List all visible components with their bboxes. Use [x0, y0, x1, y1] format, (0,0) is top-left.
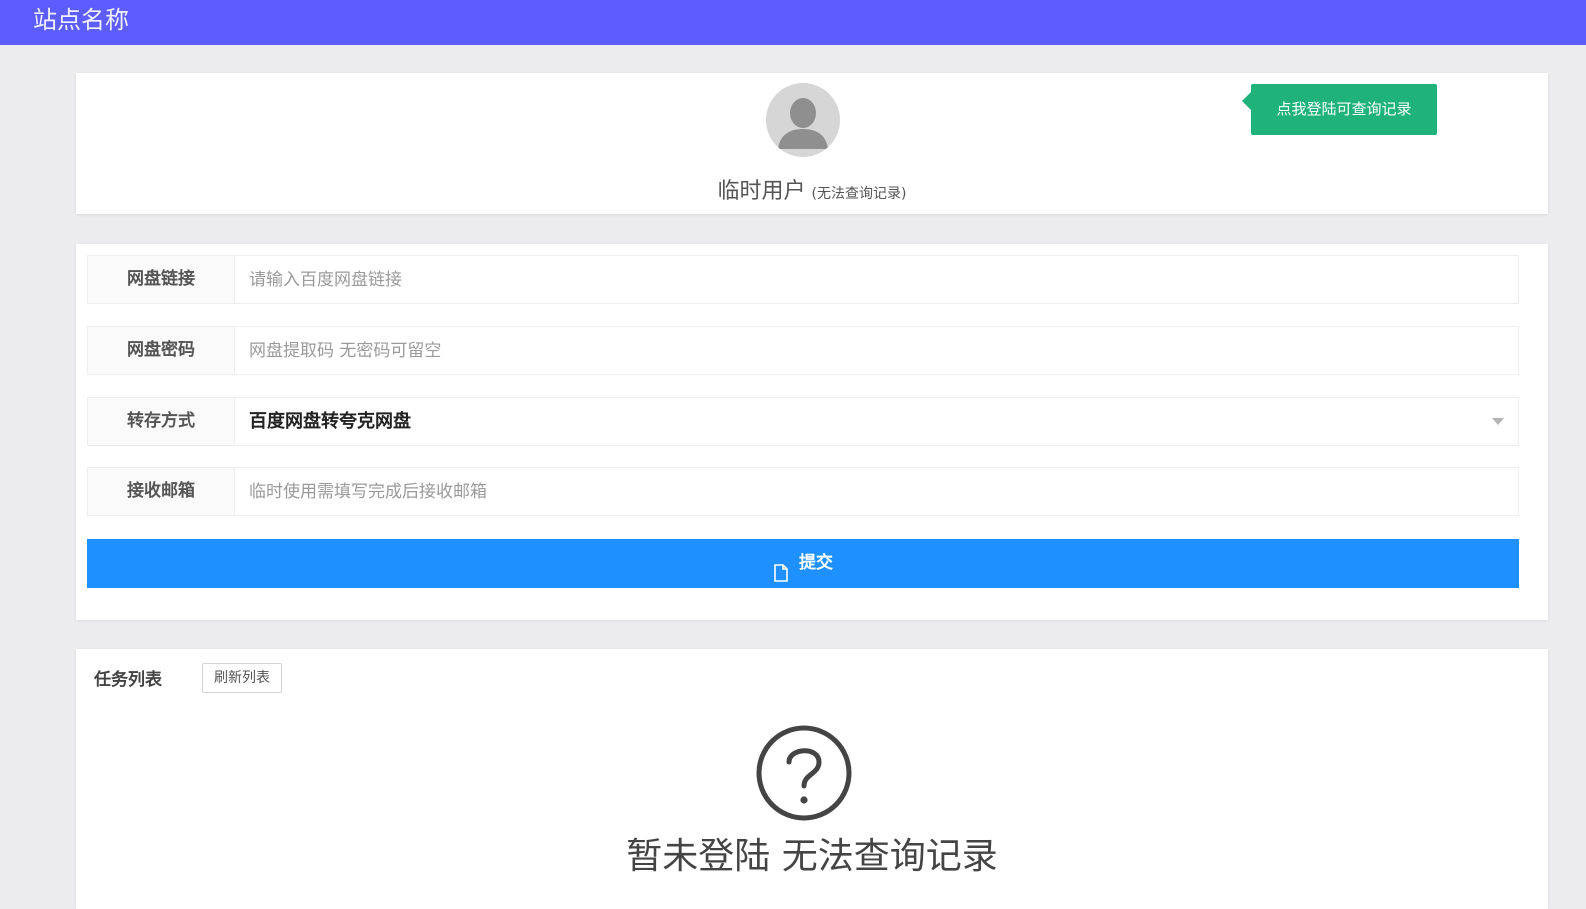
chevron-down-icon — [1492, 418, 1504, 425]
login-button[interactable]: 点我登陆可查询记录 — [1242, 84, 1437, 135]
user-avatar-icon — [766, 83, 840, 157]
question-circle-icon — [755, 724, 853, 822]
share-password-label: 网盘密码 — [88, 327, 235, 374]
transfer-mode-row: 转存方式 百度网盘转夸克网盘 — [87, 397, 1519, 446]
share-link-label: 网盘链接 — [88, 256, 235, 303]
receive-email-row: 接收邮箱 — [87, 467, 1519, 516]
receive-email-label: 接收邮箱 — [88, 468, 235, 515]
username-note: (无法查询记录) — [811, 186, 907, 202]
task-list-card: 任务列表 刷新列表 暂未登陆 无法查询记录 — [76, 649, 1548, 909]
receive-email-input[interactable] — [235, 468, 1518, 515]
transfer-form: 网盘链接 网盘密码 转存方式 百度网盘转夸克网盘 接收邮箱 提交 — [76, 244, 1548, 620]
top-bar: 站点名称 — [0, 0, 1586, 45]
transfer-mode-value: 百度网盘转夸克网盘 — [249, 411, 411, 432]
site-name: 站点名称 — [33, 6, 129, 34]
share-link-input[interactable] — [235, 256, 1518, 303]
share-password-input[interactable] — [235, 327, 1518, 374]
empty-message: 暂未登陆 无法查询记录 — [626, 836, 998, 877]
refresh-list-button[interactable]: 刷新列表 — [202, 663, 282, 693]
transfer-mode-select[interactable]: 百度网盘转夸克网盘 — [235, 398, 1518, 445]
task-list-title: 任务列表 — [94, 670, 162, 690]
user-card: 临时用户 (无法查询记录) 点我登陆可查询记录 — [76, 73, 1548, 214]
document-icon — [773, 553, 789, 582]
submit-label: 提交 — [799, 553, 833, 573]
transfer-mode-label: 转存方式 — [88, 398, 235, 445]
username-text: 临时用户 — [717, 179, 806, 204]
share-password-row: 网盘密码 — [87, 326, 1519, 375]
share-link-row: 网盘链接 — [87, 255, 1519, 304]
submit-button[interactable]: 提交 — [87, 539, 1519, 588]
username: 临时用户 (无法查询记录) — [76, 173, 1548, 205]
